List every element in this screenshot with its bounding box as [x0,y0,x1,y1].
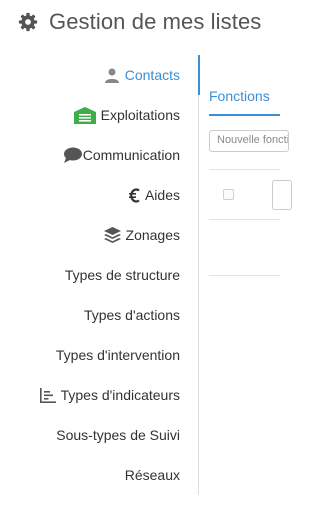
sidebar-item-label: Types de structure [64,267,180,283]
sidebar-item-types-d-actions[interactable]: Types d'actions [0,295,198,335]
sidebar-item-types-de-structure[interactable]: Types de structure [0,255,198,295]
table-bottom-divider [209,275,280,276]
sidebar-item-types-d-intervention[interactable]: Types d'intervention [0,335,198,375]
page-header: Gestion de mes listes [18,9,261,35]
sidebar-item-label: Types d'indicateurs [60,387,180,403]
new-function-input[interactable]: Nouvelle fonction [209,130,289,152]
tab-active-underline [209,114,280,116]
sidebar-item-label: Zonages [125,227,180,243]
select-all-checkbox[interactable] [223,189,234,200]
page-title: Gestion de mes listes [49,9,262,34]
sidebar-item-label: Communication [82,147,180,163]
barn-icon [73,106,96,124]
speech-bubble-icon [63,147,82,163]
table-header-divider [209,169,280,170]
euro-icon [128,187,140,203]
user-icon [104,68,120,83]
sidebar-item-label: Sous-types de Suivi [56,427,180,443]
sidebar-item-label: Exploitations [100,107,180,123]
sidebar-item-types-d-indicateurs[interactable]: Types d'indicateurs [0,375,198,415]
sidebar-item-label: Types d'actions [83,307,180,323]
layers-icon [103,227,121,243]
sidebar-item-label: Aides [144,187,180,203]
sidebar-item-reseaux[interactable]: Réseaux [0,455,198,495]
chart-icon [39,387,56,403]
sidebar-item-label: Réseaux [124,467,180,483]
tab-fonctions[interactable]: Fonctions [209,88,270,104]
gear-icon [18,12,38,32]
sidebar-item-sous-types-de-suivi[interactable]: Sous-types de Suivi [0,415,198,455]
sidebar-nav: Contacts Exploitations Communication Aid… [0,55,200,495]
sidebar-item-contacts[interactable]: Contacts [0,55,198,95]
table-row-divider [209,219,280,220]
active-indicator [198,55,200,95]
sidebar-item-zonages[interactable]: Zonages [0,215,198,255]
sidebar-item-communication[interactable]: Communication [0,135,198,175]
sidebar-item-exploitations[interactable]: Exploitations [0,95,198,135]
sidebar-item-aides[interactable]: Aides [0,175,198,215]
table-header-cell [272,180,292,210]
sidebar-item-label: Contacts [124,67,180,83]
page: Gestion de mes listes Contacts Exploitat… [0,0,292,513]
sidebar-item-label: Types d'intervention [55,347,180,363]
